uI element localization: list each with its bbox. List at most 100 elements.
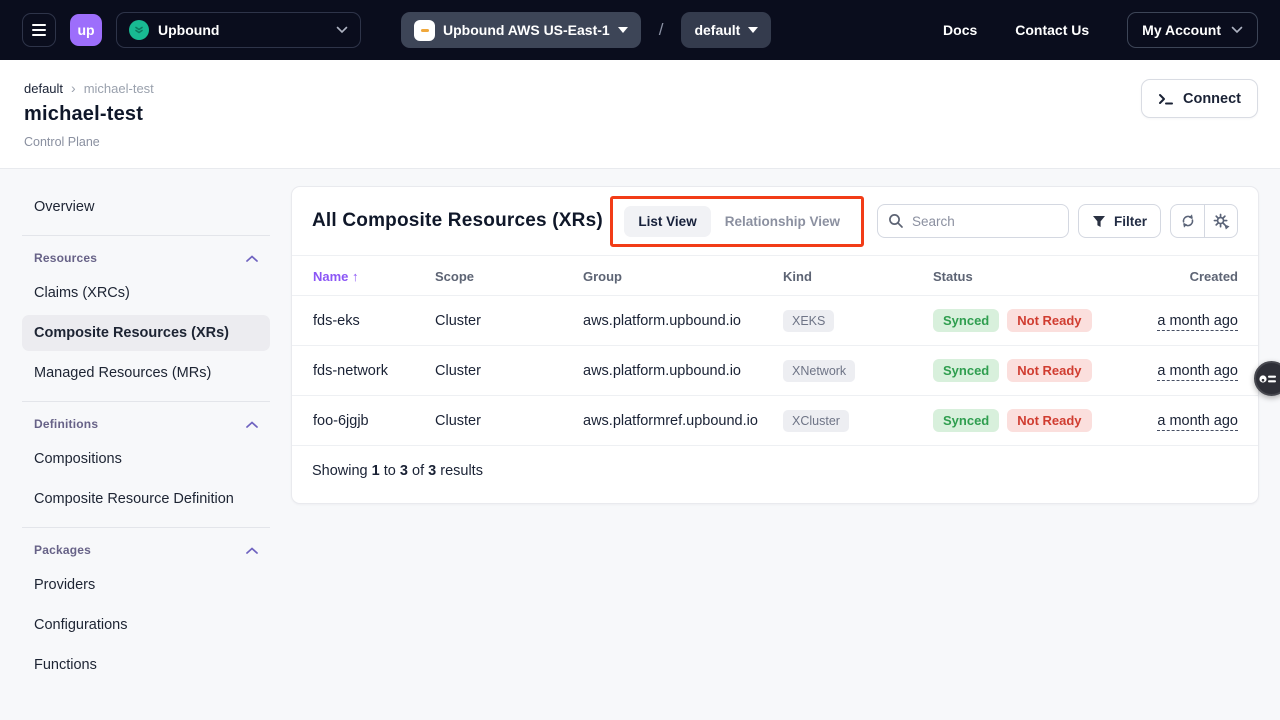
chevron-up-icon: [246, 547, 258, 554]
cell-group: aws.platformref.upbound.io: [583, 396, 783, 446]
breadcrumb-root[interactable]: default: [24, 81, 63, 96]
sidebar-item-managed-resources[interactable]: Managed Resources (MRs): [22, 355, 270, 391]
list-record-icon: [1258, 372, 1276, 386]
page-subtitle: Control Plane: [24, 135, 1258, 149]
sidebar-section-resources[interactable]: Resources: [22, 238, 270, 271]
column-header-kind[interactable]: Kind: [783, 256, 933, 296]
sidebar-item-compositions[interactable]: Compositions: [22, 441, 270, 477]
cell-group: aws.platform.upbound.io: [583, 296, 783, 346]
cell-scope: Cluster: [435, 396, 583, 446]
sidebar-item-xrd[interactable]: Composite Resource Definition: [22, 481, 270, 517]
cell-name[interactable]: fds-network: [292, 346, 435, 396]
column-header-name[interactable]: Name ↑: [292, 256, 435, 296]
control-plane-select[interactable]: Upbound AWS US-East-1: [401, 12, 641, 48]
table-header-row: Name ↑ Scope Group Kind Status Created: [292, 256, 1258, 296]
column-header-scope[interactable]: Scope: [435, 256, 583, 296]
created-tooltip-link[interactable]: a month ago: [1157, 363, 1238, 381]
sidebar-item-claims[interactable]: Claims (XRCs): [22, 275, 270, 311]
column-header-status[interactable]: Status: [933, 256, 1138, 296]
relationship-view-tab[interactable]: Relationship View: [725, 214, 840, 229]
cell-scope: Cluster: [435, 346, 583, 396]
terminal-icon: [1158, 92, 1174, 106]
cell-created: a month ago: [1138, 346, 1258, 396]
cell-status: SyncedNot Ready: [933, 296, 1138, 346]
sidebar-item-configurations[interactable]: Configurations: [22, 607, 270, 643]
table-row[interactable]: foo-6jgjb Cluster aws.platformref.upboun…: [292, 396, 1258, 446]
search-icon: [888, 213, 904, 229]
annotation-highlight-box: List View Relationship View: [610, 196, 864, 247]
sidebar-item-overview[interactable]: Overview: [22, 189, 270, 225]
cell-name[interactable]: foo-6jgjb: [292, 396, 435, 446]
breadcrumb: default › michael-test: [24, 80, 1258, 96]
auto-refresh-settings-button[interactable]: [1204, 205, 1237, 237]
card-title: All Composite Resources (XRs): [312, 210, 603, 232]
upbound-logo[interactable]: up: [70, 14, 102, 46]
chevron-down-icon: [1231, 26, 1243, 34]
docs-link[interactable]: Docs: [943, 22, 977, 38]
control-plane-icon: [414, 20, 435, 41]
table-row[interactable]: fds-eks Cluster aws.platform.upbound.io …: [292, 296, 1258, 346]
menu-icon[interactable]: [22, 13, 56, 47]
sidebar: Overview Resources Claims (XRCs) Composi…: [0, 169, 290, 720]
gear-play-icon: [1213, 213, 1230, 230]
status-badge-synced: Synced: [933, 309, 999, 332]
search-input-wrapper: [877, 204, 1069, 238]
organization-select[interactable]: Upbound: [116, 12, 361, 48]
refresh-icon: [1180, 213, 1196, 229]
table-row[interactable]: fds-network Cluster aws.platform.upbound…: [292, 346, 1258, 396]
breadcrumb-separator-icon: ›: [71, 80, 76, 96]
results-summary: Showing 1 to 3 of 3 results: [292, 446, 1258, 503]
sidebar-item-composite-resources[interactable]: Composite Resources (XRs): [22, 315, 270, 351]
control-plane-label: Upbound AWS US-East-1: [443, 22, 610, 38]
my-account-label: My Account: [1142, 22, 1221, 38]
status-badge-synced: Synced: [933, 359, 999, 382]
connect-button[interactable]: Connect: [1141, 79, 1258, 118]
cell-kind: XCluster: [783, 396, 933, 446]
page-title: michael-test: [24, 103, 1258, 126]
resources-card: All Composite Resources (XRs) List View …: [291, 186, 1259, 504]
filter-button[interactable]: Filter: [1078, 204, 1161, 238]
chevron-down-icon: [336, 26, 348, 34]
sidebar-item-functions[interactable]: Functions: [22, 647, 270, 683]
resources-table: Name ↑ Scope Group Kind Status Created f…: [292, 256, 1258, 446]
page-header: default › michael-test michael-test Cont…: [0, 60, 1280, 169]
sidebar-section-packages[interactable]: Packages: [22, 530, 270, 563]
connect-label: Connect: [1183, 91, 1241, 107]
sidebar-item-providers[interactable]: Providers: [22, 567, 270, 603]
divider: [22, 401, 270, 402]
organization-icon: [129, 20, 149, 40]
top-navigation-bar: up Upbound Upbound AWS US-East-1 / defau…: [0, 0, 1280, 60]
chevron-down-icon: [618, 27, 628, 33]
created-tooltip-link[interactable]: a month ago: [1157, 413, 1238, 431]
search-input[interactable]: [912, 214, 1052, 229]
main-content: All Composite Resources (XRs) List View …: [290, 169, 1280, 720]
sidebar-section-definitions[interactable]: Definitions: [22, 404, 270, 437]
kind-badge: XNetwork: [783, 360, 855, 382]
my-account-button[interactable]: My Account: [1127, 12, 1258, 48]
organization-label: Upbound: [158, 22, 219, 38]
list-view-tab[interactable]: List View: [624, 206, 710, 237]
status-badge-not-ready: Not Ready: [1007, 409, 1091, 432]
path-separator: /: [659, 20, 664, 40]
cell-created: a month ago: [1138, 296, 1258, 346]
refresh-button[interactable]: [1171, 205, 1204, 237]
column-header-created[interactable]: Created: [1138, 256, 1258, 296]
chevron-up-icon: [246, 255, 258, 262]
status-badge-not-ready: Not Ready: [1007, 359, 1091, 382]
cell-created: a month ago: [1138, 396, 1258, 446]
cell-status: Synced Not Ready: [933, 396, 1138, 446]
kind-badge: XCluster: [783, 410, 849, 432]
chevron-down-icon: [748, 27, 758, 33]
status-badge-synced: Synced: [933, 409, 999, 432]
section-heading: Packages: [34, 543, 91, 557]
section-heading: Resources: [34, 251, 97, 265]
table-actions: [1170, 204, 1238, 238]
group-select[interactable]: default: [681, 12, 771, 48]
breadcrumb-current: michael-test: [84, 81, 154, 96]
contact-us-link[interactable]: Contact Us: [1015, 22, 1089, 38]
cell-scope: Cluster: [435, 296, 583, 346]
cell-name[interactable]: fds-eks: [292, 296, 435, 346]
created-tooltip-link[interactable]: a month ago: [1157, 313, 1238, 331]
column-header-group[interactable]: Group: [583, 256, 783, 296]
section-heading: Definitions: [34, 417, 98, 431]
